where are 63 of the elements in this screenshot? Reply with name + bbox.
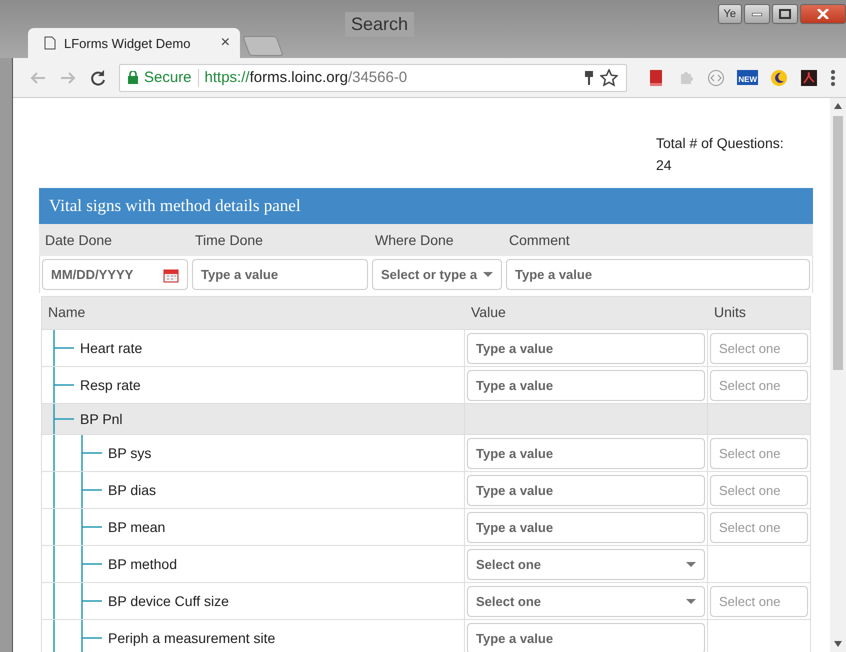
select-field[interactable]: Select or type a (372, 259, 502, 290)
code-icon[interactable] (707, 68, 726, 86)
question-name: BP device Cuff size (108, 593, 229, 609)
value-field[interactable]: Type a value (467, 622, 705, 652)
question-name: BP dias (108, 482, 156, 498)
column-header: Units (713, 303, 747, 322)
close-button[interactable] (800, 4, 846, 24)
reload-icon[interactable] (89, 68, 107, 86)
total-label: Total # of Questions: (656, 134, 785, 153)
scroll-thumb[interactable] (833, 116, 843, 370)
maximize-icon (779, 9, 791, 19)
caret-icon (686, 598, 696, 604)
question-name: BP method (108, 556, 178, 572)
panel-title: Vital signs with method details panel (39, 188, 813, 224)
maximize-button[interactable] (772, 4, 798, 24)
field-label: Where Done (374, 231, 455, 250)
minimize-icon (752, 12, 762, 16)
date-field[interactable]: MM/DD/YYYY (42, 259, 188, 290)
value-field[interactable]: Type a value (467, 512, 705, 542)
caret-icon (483, 272, 493, 277)
close-tab-button[interactable]: × (220, 34, 230, 52)
tab-title: LForms Widget Demo (64, 36, 192, 50)
question-name: Heart rate (80, 340, 142, 356)
field-label: Time Done (194, 231, 264, 250)
background-text: Search (345, 12, 414, 37)
scrollbar[interactable] (830, 98, 846, 652)
browser-tab[interactable]: LForms Widget Demo × (28, 28, 240, 58)
url-text: https://forms.loinc.org/34566-0 (204, 69, 408, 86)
pdf-icon[interactable] (800, 68, 818, 86)
close-icon (817, 9, 829, 19)
select-field[interactable]: Select one (467, 586, 705, 616)
value-field[interactable]: Type a value (467, 370, 705, 400)
news-icon[interactable]: NEW (737, 70, 758, 85)
question-name: BP sys (108, 445, 152, 461)
value-field[interactable]: Type a value (467, 438, 705, 468)
menu-icon[interactable] (830, 68, 836, 86)
field-label: Comment (508, 231, 571, 250)
address-bar[interactable]: Secure https://forms.loinc.org/34566-0 (119, 64, 628, 92)
key-icon[interactable] (584, 70, 594, 86)
calendar-icon[interactable] (163, 266, 179, 282)
moon-icon[interactable] (770, 68, 788, 86)
star-icon[interactable] (600, 68, 618, 86)
scroll-down-icon[interactable] (834, 641, 842, 647)
security-label: Secure (144, 69, 192, 86)
select-field[interactable]: Select one (467, 548, 705, 580)
value-field[interactable]: Type a value (467, 332, 705, 364)
minimize-button[interactable] (744, 4, 770, 24)
question-name: Resp rate (80, 377, 141, 393)
caret-icon (686, 562, 696, 566)
column-header: Value (470, 303, 507, 322)
question-name: BP Pnl (80, 411, 123, 427)
lock-icon (128, 71, 138, 84)
column-header: Name (47, 303, 86, 322)
question-name: Periph a measurement site (108, 630, 276, 646)
value-field[interactable]: Type a value (467, 474, 705, 506)
scroll-up-icon[interactable] (834, 103, 842, 109)
total-count: 24 (656, 156, 673, 175)
value-field[interactable]: Type a value (192, 259, 368, 290)
page-icon (44, 36, 56, 50)
question-name: BP mean (108, 519, 166, 535)
profile-button[interactable]: Ye (718, 4, 742, 24)
value-field[interactable]: Type a value (506, 259, 810, 290)
field-label: Date Done (44, 231, 113, 250)
